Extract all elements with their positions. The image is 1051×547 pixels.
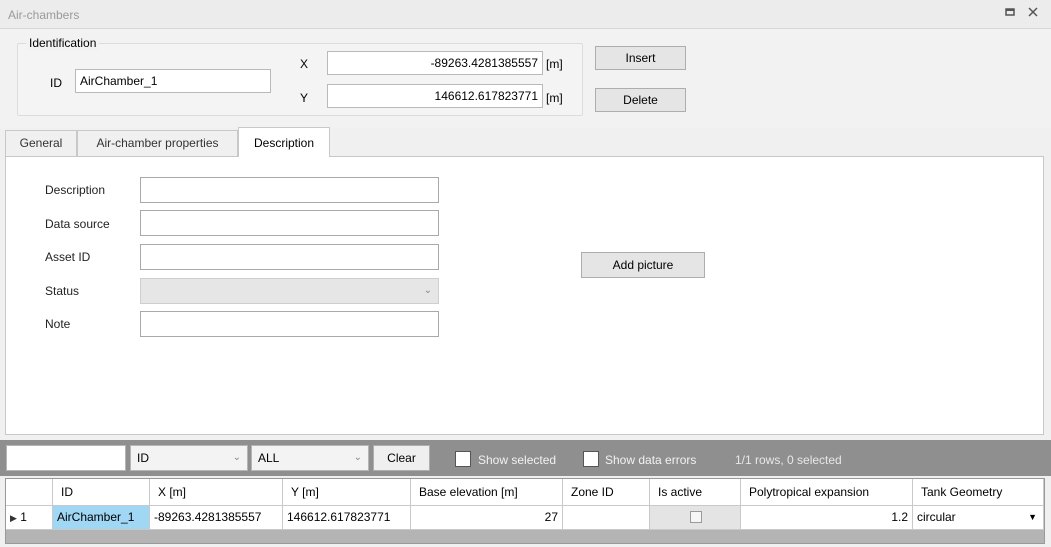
cell-zone-id[interactable]	[563, 506, 650, 530]
filter-search-input[interactable]	[6, 445, 126, 471]
close-icon[interactable]	[1025, 6, 1041, 22]
identification-group-label: Identification	[26, 36, 100, 50]
x-label: X	[300, 57, 309, 71]
asset-id-field[interactable]	[140, 244, 439, 270]
column-header-y[interactable]: Y [m]	[283, 479, 411, 506]
insert-button[interactable]: Insert	[595, 46, 686, 70]
tab-general[interactable]: General	[5, 130, 77, 156]
status-label: Status	[45, 284, 80, 298]
scope-select[interactable]: ALL ⌄	[251, 445, 369, 471]
scope-select-value: ALL	[258, 451, 280, 465]
data-grid: ID X [m] Y [m] Base elevation [m] Zone I…	[5, 478, 1045, 544]
tab-description[interactable]: Description	[238, 127, 330, 157]
show-data-errors-checkbox[interactable]	[583, 451, 599, 467]
column-header-is-active[interactable]: Is active	[650, 479, 741, 506]
delete-button[interactable]: Delete	[595, 88, 686, 112]
cell-id[interactable]: AirChamber_1	[53, 506, 150, 530]
add-picture-button[interactable]: Add picture	[581, 252, 705, 278]
row-header[interactable]: ▶ 1	[6, 506, 53, 530]
note-label: Note	[45, 317, 71, 331]
note-field[interactable]	[140, 311, 439, 337]
id-input[interactable]: AirChamber_1	[75, 69, 271, 93]
title-bar	[0, 0, 1051, 29]
cell-y[interactable]: 146612.617823771	[283, 506, 411, 530]
data-source-label: Data source	[45, 217, 110, 231]
y-label: Y	[300, 91, 309, 105]
dropdown-arrow-icon[interactable]: ▼	[1028, 506, 1037, 529]
data-source-field[interactable]	[140, 210, 439, 236]
chevron-down-icon: ⌄	[353, 452, 362, 463]
cell-polytropical-expansion[interactable]: 1.2	[741, 506, 913, 530]
asset-id-label: Asset ID	[45, 250, 91, 264]
column-header-id[interactable]: ID	[53, 479, 150, 506]
column-select[interactable]: ID ⌄	[130, 445, 248, 471]
column-header-zone-id[interactable]: Zone ID	[563, 479, 650, 506]
column-header-base-elevation[interactable]: Base elevation [m]	[411, 479, 563, 506]
description-field[interactable]	[140, 177, 439, 203]
x-input[interactable]: -89263.4281385557	[327, 51, 543, 75]
column-header-x[interactable]: X [m]	[150, 479, 283, 506]
maximize-icon[interactable]	[1002, 6, 1018, 22]
is-active-checkbox[interactable]	[690, 511, 702, 523]
cell-tank-geometry[interactable]: circular ▼	[913, 506, 1044, 530]
show-selected-checkbox[interactable]	[455, 451, 471, 467]
tank-geometry-value: circular	[917, 510, 956, 524]
y-input[interactable]: 146612.617823771	[327, 84, 543, 108]
status-select[interactable]: ⌄	[140, 278, 439, 304]
cell-base-elevation[interactable]: 27	[411, 506, 563, 530]
column-select-value: ID	[137, 451, 149, 465]
description-label: Description	[45, 183, 106, 197]
clear-button[interactable]: Clear	[373, 445, 430, 471]
chevron-down-icon: ⌄	[232, 452, 241, 463]
tab-air-chamber-properties[interactable]: Air-chamber properties	[77, 130, 238, 156]
y-unit: [m]	[546, 91, 563, 105]
row-pointer-icon: ▶	[10, 513, 17, 523]
column-header-polytropical-expansion[interactable]: Polytropical expansion	[741, 479, 913, 506]
id-label: ID	[50, 76, 62, 90]
column-header-tank-geometry[interactable]: Tank Geometry	[913, 479, 1044, 506]
x-unit: [m]	[546, 57, 563, 71]
row-header-corner	[6, 479, 53, 506]
row-status: 1/1 rows, 0 selected	[735, 453, 842, 467]
chevron-down-icon: ⌄	[423, 285, 432, 296]
window-title: Air-chambers	[8, 8, 80, 22]
cell-is-active[interactable]	[650, 506, 741, 530]
row-number: 1	[20, 510, 27, 524]
show-selected-label: Show selected	[478, 453, 557, 467]
cell-x[interactable]: -89263.4281385557	[150, 506, 283, 530]
show-data-errors-label: Show data errors	[605, 453, 697, 467]
